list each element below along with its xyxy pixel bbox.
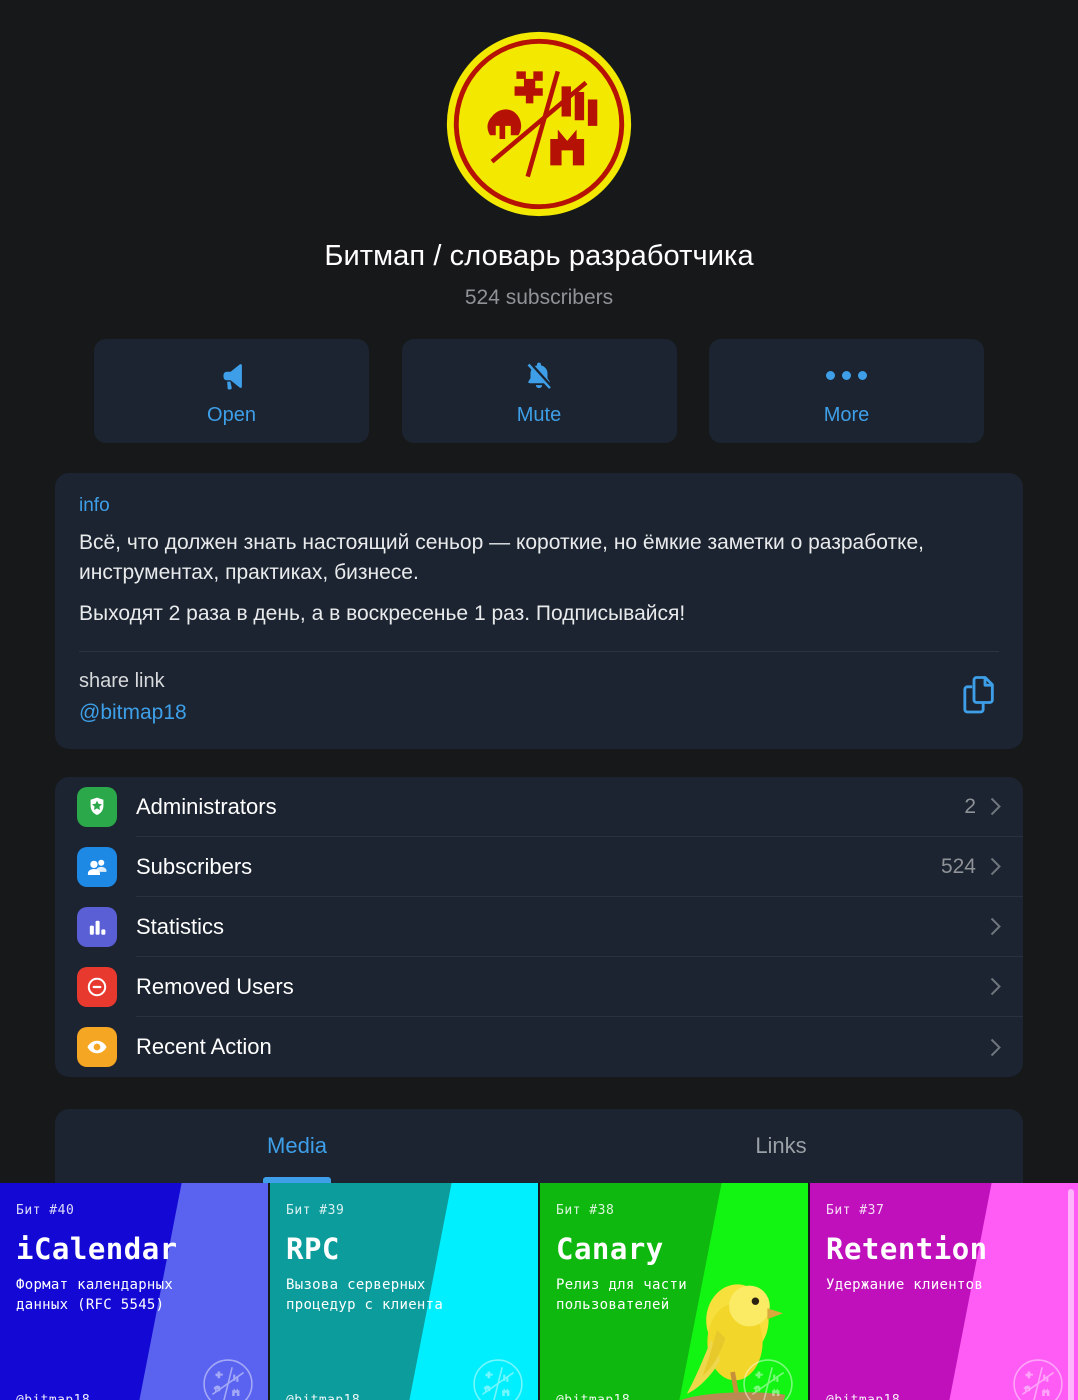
channel-profile-screen: Битмап / словарь разработчика 524 subscr… (0, 0, 1078, 1400)
recent-action-right (976, 1038, 1001, 1057)
bitmap-logo-icon (203, 1359, 253, 1400)
tab-links[interactable]: Links (539, 1109, 1023, 1183)
more-button-label: More (823, 403, 870, 426)
subscribers-label: Subscribers (136, 853, 253, 879)
chevron-right-icon (990, 797, 1001, 816)
chevron-right-icon (990, 917, 1001, 936)
share-link-handle[interactable]: @bitmap18 (79, 701, 187, 725)
administrators-label: Administrators (136, 793, 277, 819)
info-label: info (79, 495, 110, 516)
settings-list-card: Administrators 2 Subscribers 524 Statist… (55, 777, 1023, 1077)
recent-action-label: Recent Action (136, 1034, 272, 1059)
media-tile-desc: Вызова серверных процедур с клиента (286, 1277, 444, 1313)
removed-users-label: Removed Users (136, 973, 294, 999)
copy-icon[interactable] (959, 673, 999, 722)
media-tile-desc: Удержание клиентов (826, 1277, 984, 1293)
sidebar-item-administrators[interactable]: Administrators 2 (77, 777, 1023, 837)
media-tile[interactable]: Бит #39 RPC Вызова серверных процедур с … (270, 1183, 538, 1400)
share-link-row[interactable]: share link @bitmap18 (79, 652, 999, 749)
administrators-row-body: Administrators 2 (136, 777, 1023, 837)
statistics-row-body: Statistics (136, 897, 1023, 957)
bitmap-logo-icon[interactable] (445, 30, 633, 218)
eye-icon (77, 1027, 117, 1067)
open-button-label: Open (207, 403, 256, 426)
tab-links-label: Links (755, 1133, 807, 1158)
bitmap-logo-icon (743, 1359, 793, 1400)
more-dots-icon (826, 356, 867, 396)
removed-users-right (976, 977, 1001, 996)
media-tile-desc: Релиз для части пользователей (556, 1277, 687, 1313)
chevron-right-icon (990, 857, 1001, 876)
media-tile-desc: Формат календарных данных (RFC 5545) (16, 1277, 174, 1313)
people-icon (77, 847, 117, 887)
more-button[interactable]: More (709, 339, 984, 443)
tab-media-label: Media (267, 1133, 327, 1158)
subscriber-count: 524 subscribers (464, 286, 614, 309)
media-tile-title: iCalendar (16, 1232, 178, 1266)
info-description-line-1: Всё, что должен знать настоящий сеньор —… (79, 531, 925, 584)
info-card: info Всё, что должен знать настоящий сен… (55, 473, 1023, 749)
sidebar-item-statistics[interactable]: Statistics (77, 897, 1023, 957)
media-tile-number: Бит #38 (556, 1203, 615, 1218)
media-tile-number: Бит #39 (286, 1203, 345, 1218)
administrators-value: 2 (964, 794, 976, 818)
bell-muted-icon (522, 356, 556, 396)
media-grid: Бит #40 iCalendar Формат календарных дан… (0, 1183, 1078, 1400)
tab-media[interactable]: Media (55, 1109, 539, 1183)
sidebar-item-recent-action[interactable]: Recent Action (77, 1017, 1023, 1077)
profile-header: Битмап / словарь разработчика 524 subscr… (0, 0, 1078, 310)
subscribers-row-body: Subscribers 524 (136, 837, 1023, 897)
media-tile[interactable]: Бит #37 Retention Удержание клиентов @bi… (810, 1183, 1078, 1400)
page-title: Битмап / словарь разработчика (324, 240, 754, 272)
media-tile-number: Бит #37 (826, 1203, 885, 1218)
subscribers-value: 524 (940, 854, 976, 878)
megaphone-icon (215, 356, 249, 396)
tab-bar: Media Links (55, 1109, 1023, 1183)
action-button-row: Open Mute More (94, 339, 984, 443)
mute-button[interactable]: Mute (401, 339, 677, 443)
chevron-right-icon (990, 977, 1001, 996)
sidebar-item-subscribers[interactable]: Subscribers 524 (77, 837, 1023, 897)
statistics-label: Statistics (136, 913, 225, 939)
media-tile[interactable]: Бит #38 Canary Релиз для части пользоват… (540, 1183, 808, 1400)
share-link-label: share link (79, 670, 165, 692)
avatar-wrapper (0, 30, 1078, 218)
media-tile-title: Retention (826, 1232, 988, 1266)
subscribers-right: 524 (941, 855, 1001, 879)
mute-button-label: Mute (516, 403, 562, 426)
removed-users-row-body: Removed Users (136, 957, 1023, 1017)
share-link-text-group: share link @bitmap18 (79, 670, 187, 725)
bar-chart-icon (77, 907, 117, 947)
minus-circle-icon (77, 967, 117, 1007)
administrators-right: 2 (964, 795, 1001, 819)
media-tile-title: RPC (286, 1232, 340, 1266)
shield-badge-icon (77, 787, 117, 827)
media-tile[interactable]: Бит #40 iCalendar Формат календарных дан… (0, 1183, 268, 1400)
media-tabs-card: Media Links (55, 1109, 1023, 1183)
media-scrollbar[interactable] (1068, 1189, 1074, 1400)
bitmap-logo-icon (1013, 1359, 1063, 1400)
bitmap-logo-icon (473, 1359, 523, 1400)
chevron-right-icon (990, 1038, 1001, 1056)
media-tile-title: Canary (556, 1232, 664, 1266)
statistics-right (976, 917, 1001, 936)
media-tile-number: Бит #40 (16, 1203, 75, 1218)
recent-action-row-body: Recent Action (136, 1017, 1023, 1077)
open-button[interactable]: Open (94, 339, 369, 443)
sidebar-item-removed-users[interactable]: Removed Users (77, 957, 1023, 1017)
info-description-line-2: Выходят 2 раза в день, а в воскресенье 1… (79, 602, 686, 625)
